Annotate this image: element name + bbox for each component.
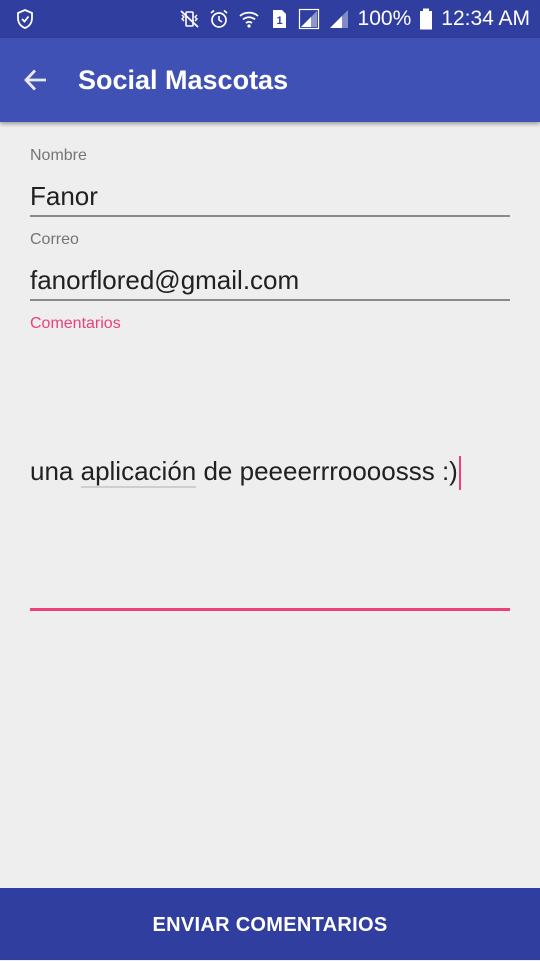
alarm-icon — [208, 8, 230, 30]
arrow-back-icon — [24, 69, 46, 91]
comments-text-end: de peeeerrroooosss :) — [196, 455, 458, 486]
comments-underline — [30, 608, 510, 611]
mute-vibrate-icon — [178, 8, 200, 30]
send-comments-button[interactable]: ENVIAR COMENTARIOS — [0, 888, 540, 960]
comments-label: Comentarios — [30, 315, 121, 332]
battery-percent: 100% — [357, 7, 412, 30]
email-label: Correo — [30, 231, 79, 248]
sim-icon: 1 — [268, 8, 290, 30]
comments-misspelled-word: aplicación — [80, 455, 197, 488]
name-label: Nombre — [30, 147, 87, 164]
battery-icon — [419, 8, 433, 30]
signal-icon-2 — [328, 8, 350, 30]
shield-icon — [14, 8, 36, 30]
back-button[interactable] — [16, 60, 56, 100]
comments-field[interactable]: una aplicación de peeeerrroooosss :) — [30, 340, 510, 606]
comments-text: una aplicación de peeeerrroooosss :) — [30, 455, 461, 491]
email-underline — [30, 299, 510, 301]
comments-text-start: una — [30, 455, 81, 486]
email-field[interactable] — [30, 263, 510, 297]
name-field[interactable] — [30, 179, 510, 213]
app-toolbar: Social Mascotas — [0, 38, 540, 122]
name-underline — [30, 215, 510, 217]
page-title: Social Mascotas — [78, 65, 289, 95]
status-time: 12:34 AM — [441, 7, 530, 30]
sim-slot-number: 1 — [276, 15, 282, 27]
text-cursor — [458, 456, 461, 491]
status-bar: 1 100% 12:34 AM — [0, 0, 540, 38]
status-icons: 1 100% 12:34 AM — [178, 0, 530, 38]
wifi-icon — [238, 8, 260, 30]
signal-icon — [298, 8, 320, 30]
